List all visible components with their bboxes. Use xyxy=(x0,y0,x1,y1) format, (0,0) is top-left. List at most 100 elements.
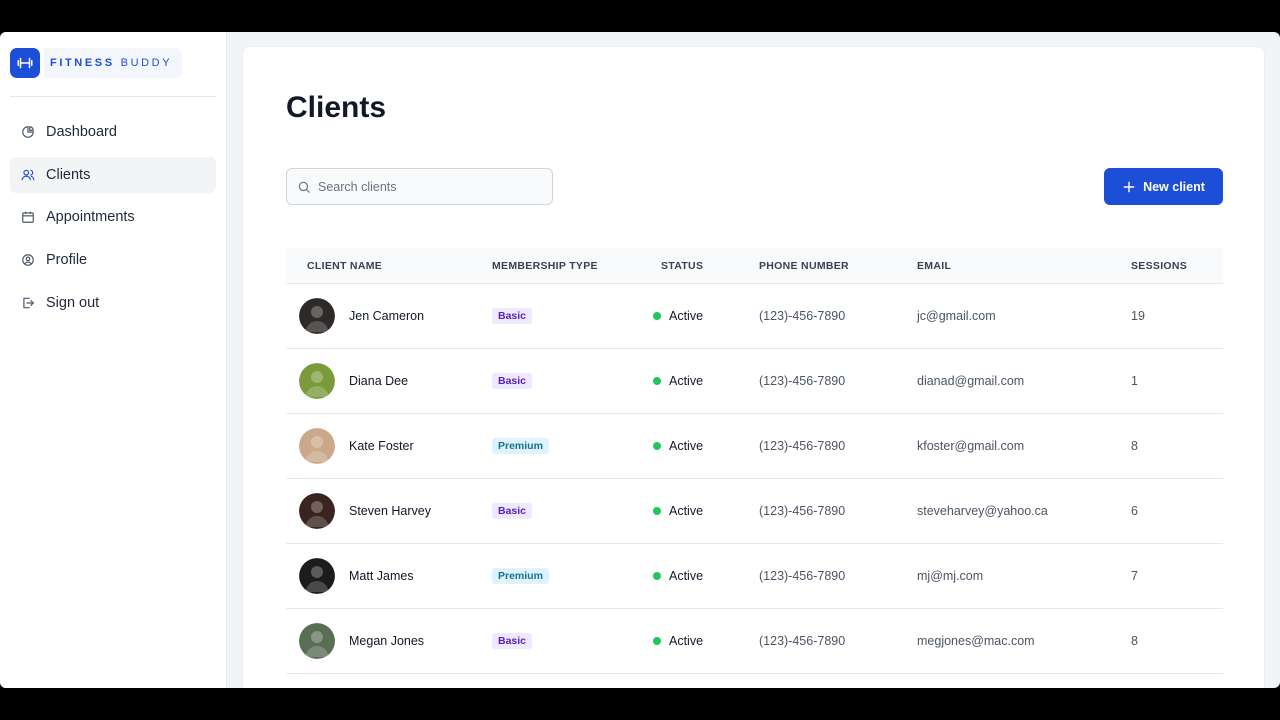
status-cell: Active xyxy=(653,349,703,413)
column-header-phone-number[interactable]: PHONE NUMBER xyxy=(759,248,849,284)
avatar[interactable] xyxy=(299,493,335,529)
membership-badge: Basic xyxy=(492,373,533,389)
status-text: Active xyxy=(669,439,704,453)
sign-out-icon xyxy=(21,296,35,310)
column-header-email[interactable]: EMAIL xyxy=(917,248,951,284)
table-row[interactable]: Steven Harvey Basic Active (123)-456-789… xyxy=(286,479,1223,544)
calendar-icon xyxy=(21,210,35,224)
search-input[interactable] xyxy=(318,179,538,194)
membership-badge: Premium xyxy=(492,438,549,454)
sidebar-item-label: Appointments xyxy=(46,209,135,226)
membership-type-cell: Basic xyxy=(492,284,533,348)
membership-badge: Premium xyxy=(492,568,549,584)
brand-name-part1: FITNESS xyxy=(50,57,115,69)
client-name[interactable]: Diana Dee xyxy=(349,349,408,413)
avatar[interactable] xyxy=(299,298,335,334)
sidebar-item-appointments[interactable]: Appointments xyxy=(10,199,216,235)
avatar-cell xyxy=(299,479,335,543)
membership-type-cell: Basic xyxy=(492,479,533,543)
brand-name: FITNESS BUDDY xyxy=(44,48,183,78)
status-dot-icon xyxy=(653,507,661,515)
main-content: Clients New client CLIENT NAME MEMBERSHI… xyxy=(242,46,1265,688)
email: mj@mj.com xyxy=(917,569,984,583)
sidebar-item-profile[interactable]: Profile xyxy=(10,242,216,278)
membership-type-cell: Premium xyxy=(492,544,549,608)
search-box[interactable] xyxy=(286,168,553,205)
email: megjones@mac.com xyxy=(917,634,1035,648)
dumbbell-icon xyxy=(10,48,40,78)
sidebar-item-label: Clients xyxy=(46,166,91,183)
avatar[interactable] xyxy=(299,428,335,464)
column-header-sessions[interactable]: SESSIONS xyxy=(1131,248,1187,284)
client-name[interactable]: Kate Foster xyxy=(349,414,414,478)
avatar-cell xyxy=(299,284,335,348)
membership-badge: Basic xyxy=(492,308,533,324)
client-name[interactable]: Megan Jones xyxy=(349,609,424,673)
sessions-count: 7 xyxy=(1131,569,1138,583)
phone-number: (123)-456-7890 xyxy=(759,439,846,453)
new-client-button[interactable]: New client xyxy=(1104,168,1223,205)
status-text: Active xyxy=(669,504,704,518)
membership-type-cell: Basic xyxy=(492,349,533,413)
new-client-label: New client xyxy=(1143,179,1205,194)
sidebar-item-label: Dashboard xyxy=(46,124,117,140)
sidebar-item-sign-out[interactable]: Sign out xyxy=(10,285,216,321)
table-row[interactable]: Kate Foster Premium Active (123)-456-789… xyxy=(286,414,1223,479)
status-dot-icon xyxy=(653,377,661,385)
sessions-count: 8 xyxy=(1131,634,1138,648)
sessions-count: 19 xyxy=(1131,309,1145,323)
sessions-count: 8 xyxy=(1131,439,1138,453)
brand-name-part2: BUDDY xyxy=(120,57,173,69)
sidebar-divider xyxy=(10,96,216,97)
column-header-status[interactable]: STATUS xyxy=(661,248,703,284)
users-icon xyxy=(21,168,35,182)
sidebar-item-dashboard[interactable]: Dashboard xyxy=(10,114,216,150)
status-cell: Active xyxy=(653,479,703,543)
email: kfoster@gmail.com xyxy=(917,439,1025,453)
avatar[interactable] xyxy=(299,623,335,659)
avatar-cell xyxy=(299,544,335,608)
avatar[interactable] xyxy=(299,363,335,399)
email: dianad@gmail.com xyxy=(917,374,1025,388)
brand-logo[interactable]: FITNESS BUDDY xyxy=(10,48,183,78)
email: jc@gmail.com xyxy=(917,309,996,323)
table-row[interactable]: Matt James Premium Active (123)-456-7890… xyxy=(286,544,1223,609)
status-text: Active xyxy=(669,634,704,648)
membership-badge: Basic xyxy=(492,503,533,519)
phone-number: (123)-456-7890 xyxy=(759,504,846,518)
status-text: Active xyxy=(669,569,704,583)
pie-chart-icon xyxy=(21,125,35,139)
phone-number: (123)-456-7890 xyxy=(759,569,846,583)
status-text: Active xyxy=(669,374,704,388)
phone-number: (123)-456-7890 xyxy=(759,374,846,388)
avatar[interactable] xyxy=(299,558,335,594)
status-dot-icon xyxy=(653,637,661,645)
sidebar-item-label: Sign out xyxy=(46,294,100,311)
table-header: CLIENT NAME MEMBERSHIP TYPE STATUS PHONE… xyxy=(286,248,1223,284)
membership-badge: Basic xyxy=(492,633,533,649)
sessions-count: 6 xyxy=(1131,504,1138,518)
phone-number: (123)-456-7890 xyxy=(759,634,846,648)
page-title: Clients xyxy=(286,91,387,124)
table-row[interactable]: Diana Dee Basic Active (123)-456-7890 di… xyxy=(286,349,1223,414)
sidebar: FITNESS BUDDY Dashboard Clients Appointm… xyxy=(0,32,227,688)
table-row[interactable]: Megan Jones Basic Active (123)-456-7890 … xyxy=(286,609,1223,674)
app-window: FITNESS BUDDY Dashboard Clients Appointm… xyxy=(0,32,1280,688)
client-name[interactable]: Matt James xyxy=(349,544,414,608)
column-header-client-name[interactable]: CLIENT NAME xyxy=(307,248,382,284)
status-cell: Active xyxy=(653,544,703,608)
client-name[interactable]: Jen Cameron xyxy=(349,284,424,348)
status-cell: Active xyxy=(653,284,703,348)
sidebar-nav: Dashboard Clients Appointments Profile S… xyxy=(10,114,216,327)
table-body: Jen Cameron Basic Active (123)-456-7890 … xyxy=(286,284,1223,674)
status-dot-icon xyxy=(653,572,661,580)
search-icon xyxy=(298,181,310,193)
table-row[interactable]: Jen Cameron Basic Active (123)-456-7890 … xyxy=(286,284,1223,349)
column-header-membership-type[interactable]: MEMBERSHIP TYPE xyxy=(492,248,598,284)
sessions-count: 1 xyxy=(1131,374,1138,388)
sidebar-item-clients[interactable]: Clients xyxy=(10,156,216,193)
sidebar-item-label: Profile xyxy=(46,252,88,269)
status-text: Active xyxy=(669,309,704,323)
status-cell: Active xyxy=(653,609,703,673)
client-name[interactable]: Steven Harvey xyxy=(349,479,431,543)
